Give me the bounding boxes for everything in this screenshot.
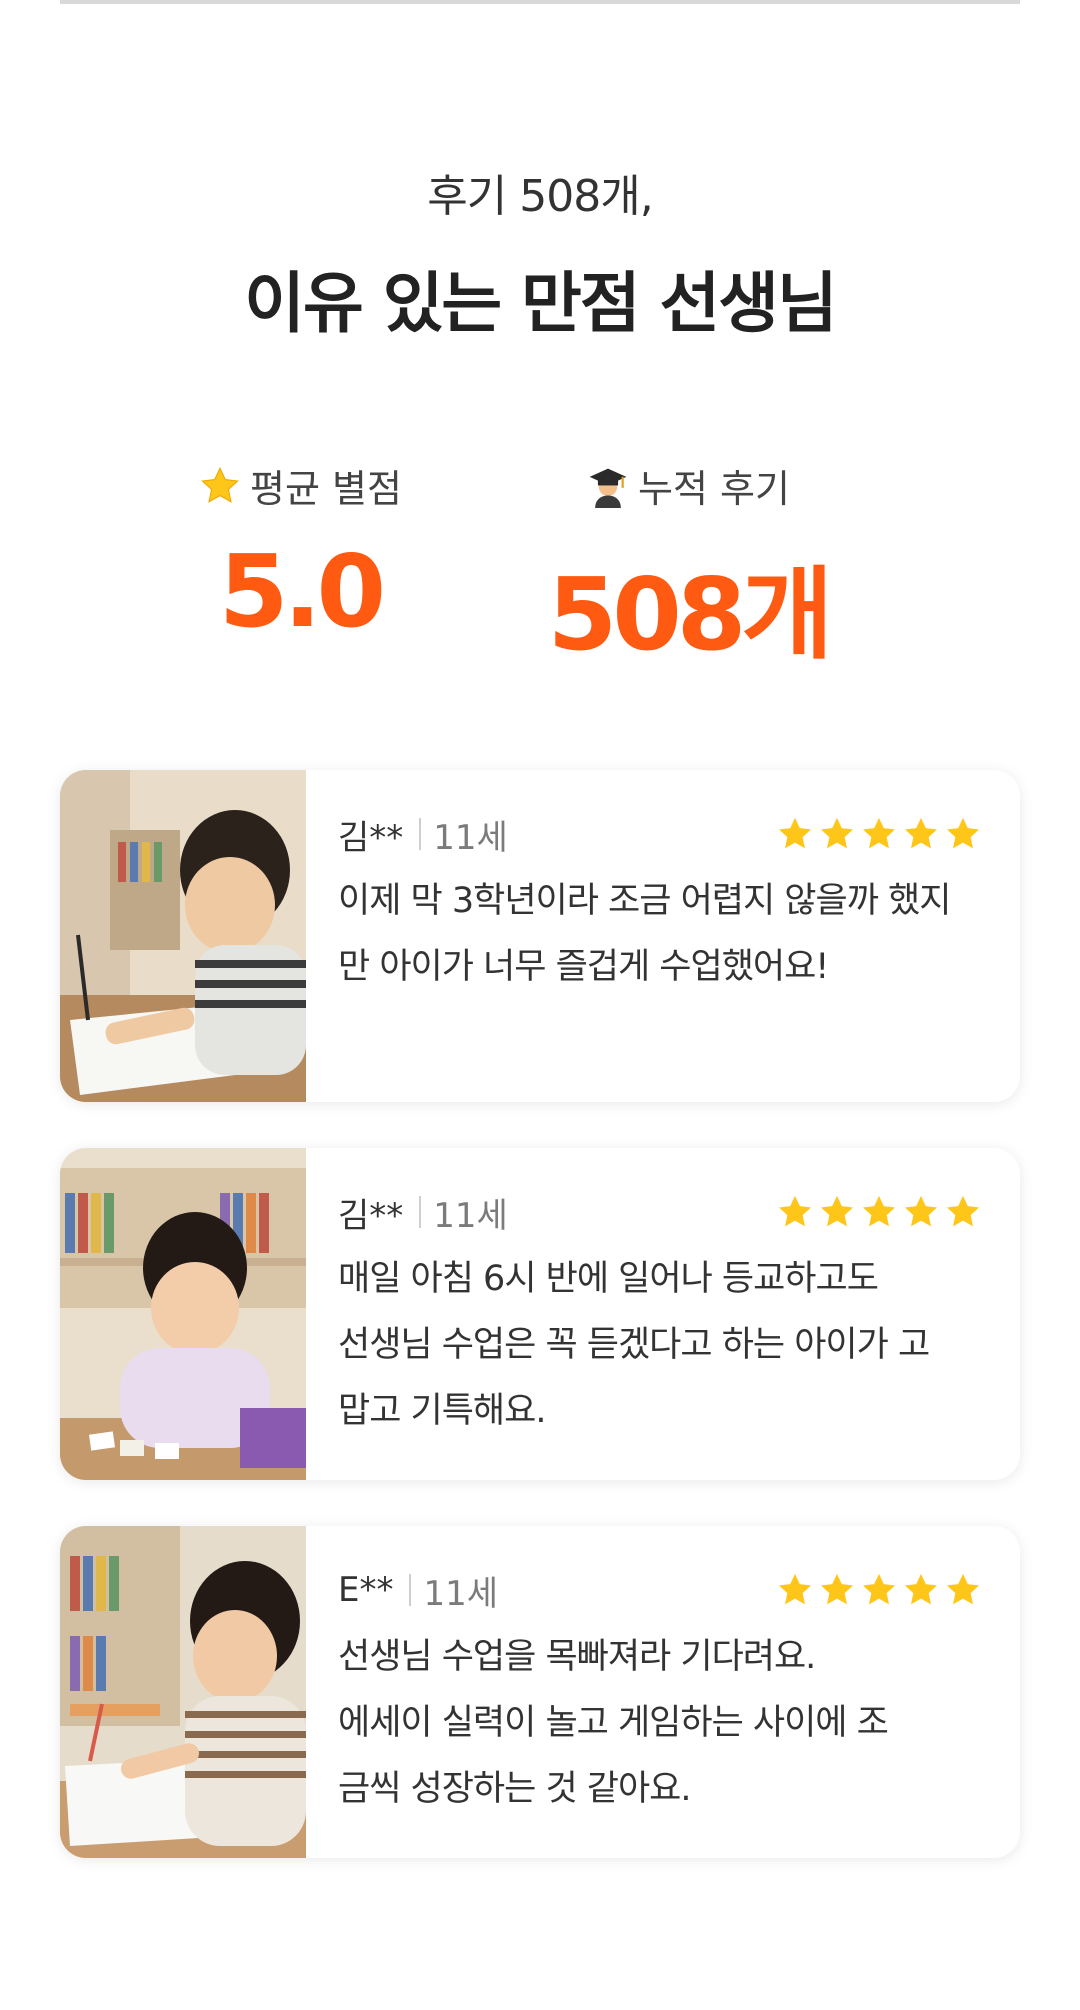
star-icon: [947, 1573, 979, 1605]
graduate-icon: [589, 468, 627, 508]
reviewer-age: 11세: [433, 817, 508, 858]
review-line: 에세이 실력이 놀고 게임하는 사이에 조: [338, 1703, 889, 1743]
average-rating-stat: 평균 별점 5.0: [90, 458, 510, 650]
star-icon: [905, 817, 937, 849]
star-icon: [947, 817, 979, 849]
star-icon: [821, 1195, 853, 1227]
review-photo-boy: [60, 770, 306, 1102]
star-icon: [863, 1195, 895, 1227]
total-reviews-value: 508개: [547, 556, 834, 673]
star-icon: [201, 466, 239, 503]
reviewer-name: E**: [338, 1570, 394, 1610]
review-line: 선생님 수업을 목빠져라 기다려요.: [338, 1637, 816, 1677]
star-icon: [947, 1195, 979, 1227]
reviewer-age: 11세: [423, 1573, 499, 1614]
meta-divider: [419, 1196, 422, 1228]
reviewer-age: 11세: [433, 1195, 508, 1236]
star-icon: [779, 1573, 811, 1605]
rating-stars: [775, 1192, 983, 1232]
review-text: 이제 막 3학년이라 조금 어렵지 않을까 했지 만 아이가 너무 즐겁게 수업…: [338, 868, 1003, 1000]
rating-stars: [775, 1570, 983, 1610]
review-photo-girl-cards: [60, 1148, 306, 1480]
star-icon: [779, 1195, 811, 1227]
star-icon: [905, 1573, 937, 1605]
total-reviews-label-row: 누적 후기: [586, 458, 790, 513]
review-text: 매일 아침 6시 반에 일어나 등교하고도 선생님 수업은 꼭 듣겠다고 하는 …: [338, 1246, 1003, 1444]
reviewer-name: 김**: [338, 817, 404, 858]
review-line: 금씩 성장하는 것 같아요.: [338, 1769, 692, 1809]
average-rating-value: 5.0: [218, 533, 386, 650]
meta-divider: [419, 818, 422, 850]
review-body: E** 11세 선생님 수업을 목빠져라 기다려요. 에세이 실력이 놀고 게임…: [338, 1566, 1003, 1822]
review-card[interactable]: E** 11세 선생님 수업을 목빠져라 기다려요. 에세이 실력이 놀고 게임…: [60, 1526, 1020, 1858]
review-line: 이제 막 3학년이라 조금 어렵지 않을까 했지: [338, 881, 951, 921]
reviewer-name: 김**: [338, 1195, 404, 1236]
review-card[interactable]: 김** 11세 이제 막 3학년이라 조금 어렵지 않을까 했지 만 아이가 너…: [60, 770, 1020, 1102]
star-icon: [863, 1573, 895, 1605]
review-line: 선생님 수업은 꼭 듣겠다고 하는 아이가 고: [338, 1325, 930, 1365]
star-icon: [821, 1573, 853, 1605]
section-title: 이유 있는 만점 선생님: [244, 265, 837, 342]
total-reviews-label: 누적 후기: [638, 467, 790, 511]
star-icon: [863, 817, 895, 849]
meta-divider: [409, 1574, 412, 1606]
review-line: 만 아이가 너무 즐겁게 수업했어요!: [338, 947, 829, 987]
review-card[interactable]: 김** 11세 매일 아침 6시 반에 일어나 등교하고도 선생님 수업은 꼭 …: [60, 1148, 1020, 1480]
review-line: 맙고 기특해요.: [338, 1391, 546, 1431]
rating-stars: [775, 814, 983, 854]
review-text: 선생님 수업을 목빠져라 기다려요. 에세이 실력이 놀고 게임하는 사이에 조…: [338, 1624, 1003, 1822]
star-icon: [905, 1195, 937, 1227]
review-body: 김** 11세 매일 아침 6시 반에 일어나 등교하고도 선생님 수업은 꼭 …: [338, 1188, 1003, 1444]
star-icon: [779, 817, 811, 849]
average-rating-label: 평균 별점: [250, 467, 402, 511]
review-line: 매일 아침 6시 반에 일어나 등교하고도: [338, 1259, 879, 1299]
section-subtitle: 후기 508개,: [427, 171, 653, 222]
star-icon: [821, 817, 853, 849]
total-reviews-stat: 누적 후기 508개: [478, 458, 898, 678]
average-rating-label-row: 평균 별점: [198, 458, 402, 513]
review-photo-girl-writing: [60, 1526, 306, 1858]
review-body: 김** 11세 이제 막 3학년이라 조금 어렵지 않을까 했지 만 아이가 너…: [338, 810, 1003, 1000]
top-divider: [60, 0, 1020, 4]
